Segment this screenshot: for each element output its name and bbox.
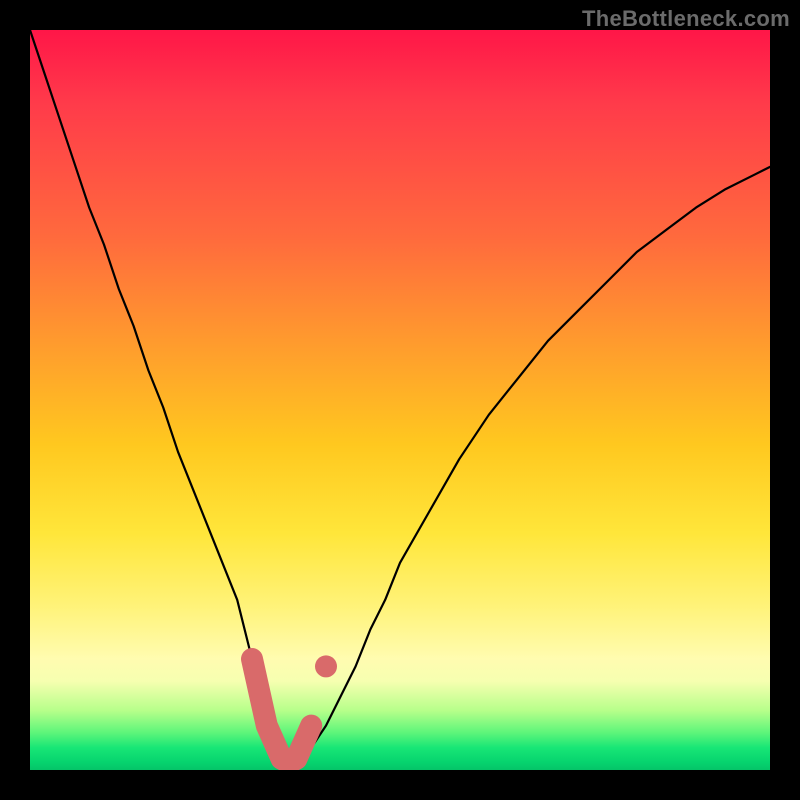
curve-path xyxy=(30,30,770,763)
valley-marker-path xyxy=(252,659,326,763)
watermark-text: TheBottleneck.com xyxy=(582,6,790,32)
chart-svg xyxy=(30,30,770,770)
plot-area xyxy=(30,30,770,770)
chart-frame: TheBottleneck.com xyxy=(0,0,800,800)
